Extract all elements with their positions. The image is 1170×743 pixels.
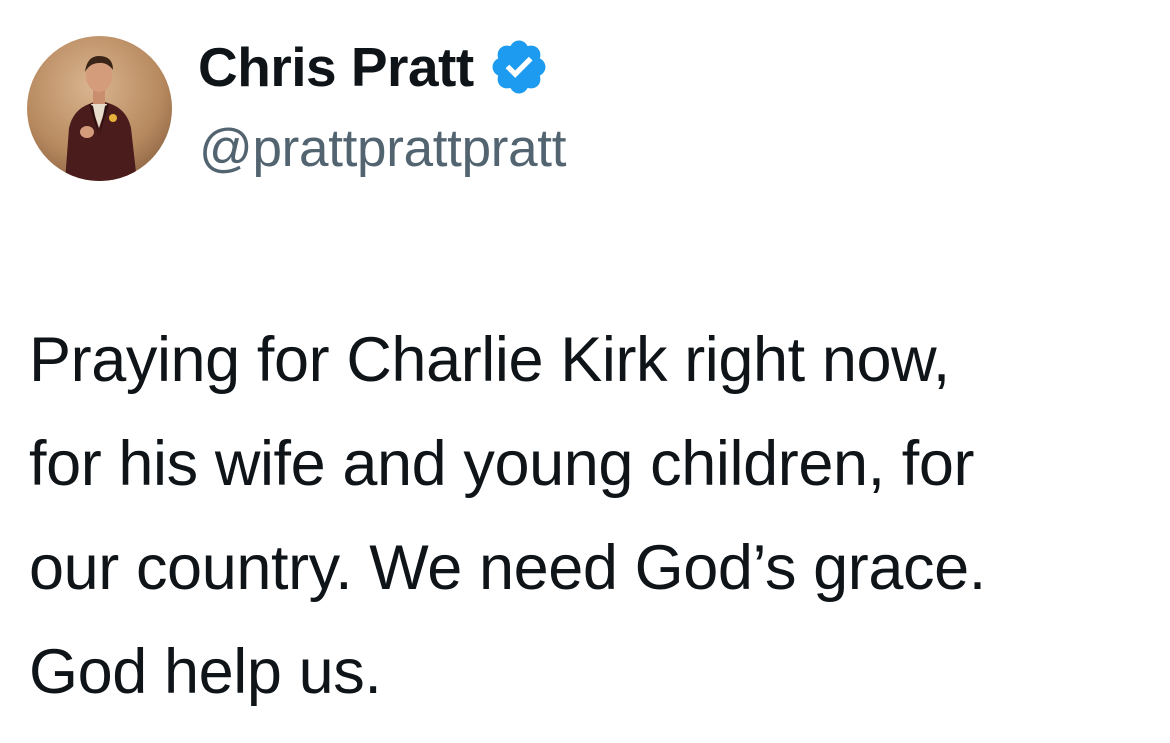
author-display-name[interactable]: Chris Pratt bbox=[198, 35, 474, 99]
tweet-card: Chris Pratt @prattprattpratt Praying for… bbox=[0, 0, 1170, 743]
author-name-row: Chris Pratt bbox=[198, 32, 550, 102]
avatar[interactable] bbox=[27, 36, 172, 181]
tweet-text: Praying for Charlie Kirk right now, for … bbox=[29, 308, 1154, 724]
avatar-photo-icon bbox=[27, 36, 172, 181]
tweet-text-line: our country. We need God’s grace. bbox=[29, 533, 986, 603]
author-handle[interactable]: @prattprattpratt bbox=[199, 118, 566, 179]
tweet-text-line: for his wife and young children, for bbox=[29, 429, 975, 499]
tweet-text-line: Praying for Charlie Kirk right now, bbox=[29, 325, 950, 395]
tweet-text-line: God help us. bbox=[29, 637, 382, 707]
verified-badge-icon bbox=[488, 36, 550, 98]
